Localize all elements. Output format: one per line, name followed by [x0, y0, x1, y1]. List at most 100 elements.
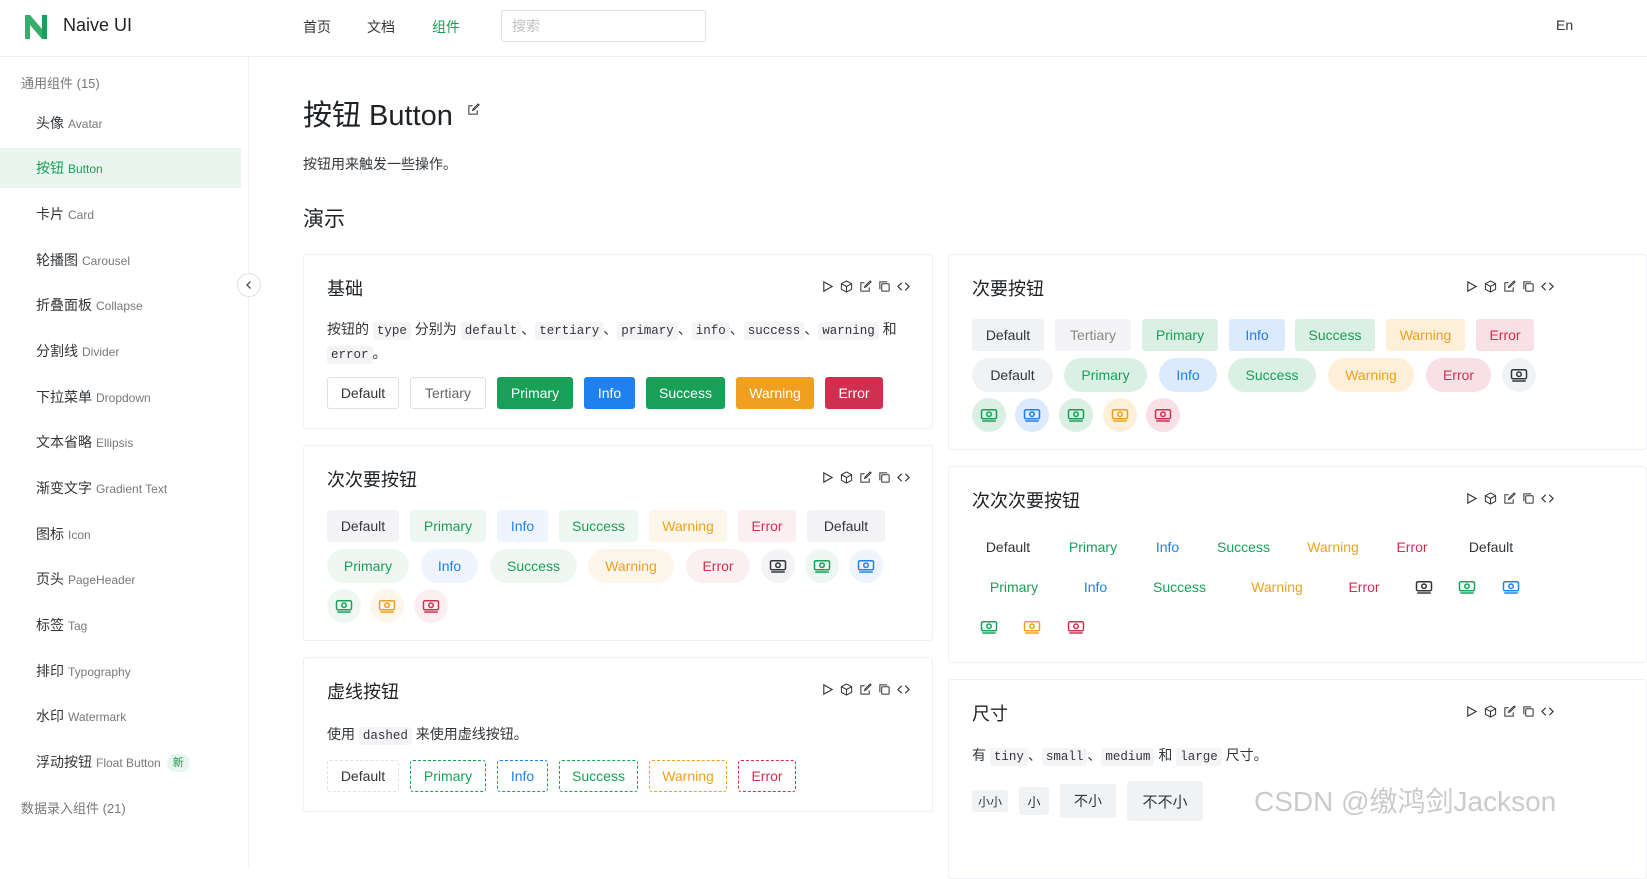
edit-page-icon[interactable]	[467, 103, 480, 116]
copy-icon[interactable]	[878, 280, 891, 293]
button-circle-default[interactable]	[1502, 358, 1536, 392]
button-success[interactable]: Success	[559, 510, 638, 542]
play-icon[interactable]	[1465, 705, 1478, 718]
sidebar-item-page-header[interactable]: 页头 PageHeader	[0, 559, 241, 599]
button-tiny[interactable]: 小小	[972, 790, 1008, 812]
button-error-round[interactable]: Error	[1332, 570, 1396, 604]
play-icon[interactable]	[821, 683, 834, 696]
button-circle-success[interactable]	[972, 610, 1006, 644]
button-circle-info[interactable]	[1015, 398, 1049, 432]
play-icon[interactable]	[821, 471, 834, 484]
edit-icon[interactable]	[1503, 280, 1516, 293]
button-success-round[interactable]: Success	[490, 549, 577, 583]
language-switch[interactable]: En	[1556, 17, 1573, 33]
nav-home[interactable]: 首页	[303, 17, 331, 37]
sidebar-item-gradient-text[interactable]: 渐变文字 Gradient Text	[0, 468, 241, 508]
code-icon[interactable]	[897, 683, 910, 696]
button-info-round[interactable]: Info	[1067, 570, 1124, 604]
button-warning[interactable]: Warning	[1294, 531, 1372, 563]
naive-ui-logo[interactable]	[22, 11, 50, 43]
sidebar-item-watermark[interactable]: 水印 Watermark	[0, 696, 241, 736]
button-tertiary[interactable]: Tertiary	[410, 377, 486, 409]
sidebar-item-float-button[interactable]: 浮动按钮 Float Button 新	[0, 742, 241, 782]
button-warning[interactable]: Warning	[649, 510, 727, 542]
button-circle-success[interactable]	[1059, 398, 1093, 432]
button-circle-error[interactable]	[414, 589, 448, 623]
sidebar-item-typography[interactable]: 排印 Typography	[0, 651, 241, 691]
button-info[interactable]: Info	[1142, 531, 1193, 563]
code-icon[interactable]	[897, 471, 910, 484]
sidebar-item-tag[interactable]: 标签 Tag	[0, 605, 241, 645]
button-dashed-warning[interactable]: Warning	[649, 760, 727, 792]
button-default-round[interactable]: Default	[972, 358, 1053, 392]
button-success[interactable]: Success	[1295, 319, 1375, 351]
button-success-round[interactable]: Success	[1228, 358, 1316, 392]
button-default[interactable]: Default	[972, 531, 1044, 563]
button-warning[interactable]: Warning	[1386, 319, 1465, 351]
edit-icon[interactable]	[859, 280, 872, 293]
code-icon[interactable]	[1541, 492, 1554, 505]
copy-icon[interactable]	[1522, 280, 1535, 293]
button-primary-round[interactable]: Primary	[1064, 358, 1147, 392]
sidebar-item-ellipsis[interactable]: 文本省略 Ellipsis	[0, 422, 241, 462]
code-icon[interactable]	[1541, 705, 1554, 718]
play-icon[interactable]	[1465, 280, 1478, 293]
button-primary[interactable]: Primary	[497, 377, 573, 409]
codesandbox-icon[interactable]	[1484, 492, 1497, 505]
nav-components[interactable]: 组件	[432, 17, 460, 37]
sidebar-item-avatar[interactable]: 头像 Avatar	[0, 103, 241, 143]
sidebar-item-card[interactable]: 卡片 Card	[0, 194, 241, 234]
button-error[interactable]: Error	[1383, 531, 1441, 563]
codesandbox-icon[interactable]	[1484, 280, 1497, 293]
button-success-round[interactable]: Success	[1136, 570, 1223, 604]
play-icon[interactable]	[821, 280, 834, 293]
button-circle-primary[interactable]	[805, 549, 839, 583]
button-primary-round[interactable]: Primary	[327, 549, 409, 583]
button-success[interactable]: Success	[646, 377, 725, 409]
button-dashed-success[interactable]: Success	[559, 760, 638, 792]
button-default[interactable]: Default	[327, 377, 399, 409]
sidebar-group-general[interactable]: 通用组件 (15)	[21, 73, 100, 92]
code-icon[interactable]	[1541, 280, 1554, 293]
button-dashed-primary[interactable]: Primary	[410, 760, 486, 792]
button-info-round[interactable]: Info	[1159, 358, 1217, 392]
button-dashed-default[interactable]: Default	[327, 760, 399, 792]
button-circle-default[interactable]	[1407, 570, 1441, 604]
button-circle-success[interactable]	[327, 589, 361, 623]
codesandbox-icon[interactable]	[840, 471, 853, 484]
copy-icon[interactable]	[1522, 705, 1535, 718]
button-circle-warning[interactable]	[1015, 610, 1049, 644]
button-primary[interactable]: Primary	[1055, 531, 1131, 563]
edit-icon[interactable]	[1503, 705, 1516, 718]
button-primary[interactable]: Primary	[410, 510, 486, 542]
button-primary-round[interactable]: Primary	[972, 570, 1056, 604]
button-info-round[interactable]: Info	[421, 549, 478, 583]
button-warning-round[interactable]: Warning	[588, 549, 674, 583]
button-error-round[interactable]: Error	[686, 549, 750, 583]
copy-icon[interactable]	[878, 683, 891, 696]
button-dashed-error[interactable]: Error	[738, 760, 796, 792]
sidebar-item-divider[interactable]: 分割线 Divider	[0, 331, 241, 371]
button-success[interactable]: Success	[1204, 531, 1283, 563]
edit-icon[interactable]	[859, 471, 872, 484]
button-circle-error[interactable]	[1146, 398, 1180, 432]
edit-icon[interactable]	[1503, 492, 1516, 505]
brand-name[interactable]: Naive UI	[63, 15, 132, 36]
button-circle-info[interactable]	[849, 549, 883, 583]
copy-icon[interactable]	[878, 471, 891, 484]
sidebar-item-dropdown[interactable]: 下拉菜单 Dropdown	[0, 377, 241, 417]
button-circle-default[interactable]	[761, 549, 795, 583]
sidebar-item-collapse[interactable]: 折叠面板 Collapse	[0, 285, 241, 325]
codesandbox-icon[interactable]	[840, 683, 853, 696]
button-circle-error[interactable]	[1059, 610, 1093, 644]
copy-icon[interactable]	[1522, 492, 1535, 505]
nav-docs[interactable]: 文档	[367, 17, 395, 37]
button-circle-info[interactable]	[1494, 570, 1528, 604]
sidebar-item-button[interactable]: 按钮 Button	[0, 148, 241, 188]
sidebar-collapse-button[interactable]	[237, 273, 261, 297]
code-icon[interactable]	[897, 280, 910, 293]
button-large[interactable]: 不不小	[1127, 781, 1203, 821]
button-warning[interactable]: Warning	[736, 377, 814, 409]
button-primary[interactable]: Primary	[1142, 319, 1218, 351]
search-input[interactable]	[501, 10, 706, 42]
